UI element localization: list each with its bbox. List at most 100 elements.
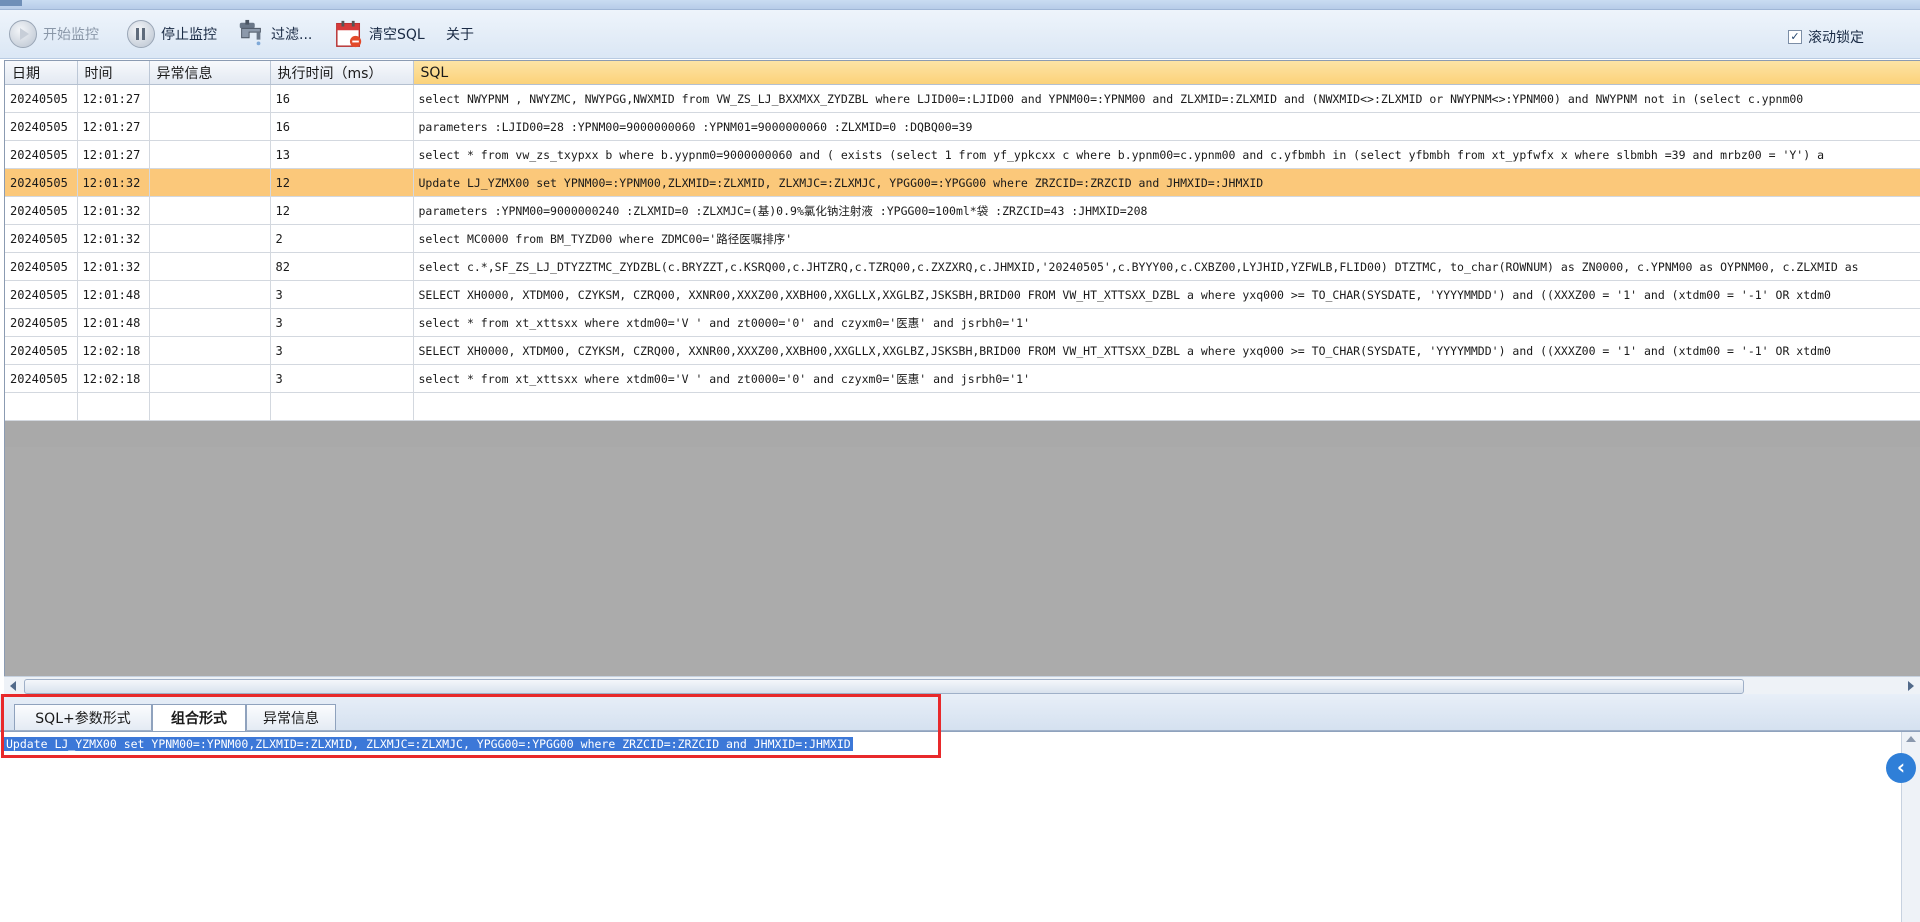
cell-date: 20240505 [5, 224, 78, 253]
cell-sql: Update LJ_YZMX00 set YPNM00=:YPNM00,ZLXM… [413, 168, 1920, 197]
toolbar: 开始监控 停止监控 过滤... 清空SQL 关于 ✓ 滚动锁定 [0, 10, 1920, 59]
cell-time: 12:01:27 [77, 140, 150, 169]
table-row[interactable]: 20240505 12:01:32 12 parameters :YPNM00=900… [5, 196, 1920, 225]
cell-time: 12:02:18 [77, 336, 150, 365]
scroll-lock-toggle[interactable]: ✓ 滚动锁定 [1788, 27, 1864, 47]
cell-date: 20240505 [5, 112, 78, 141]
cell-error [149, 140, 271, 169]
cell-date: 20240505 [5, 364, 78, 393]
cell-sql: select NWYPNM , NWYZMC, NWYPGG,NWXMID fr… [413, 84, 1920, 113]
cell-date: 20240505 [5, 280, 78, 309]
column-header-exec-time[interactable]: 执行时间（ms） [270, 61, 414, 85]
filter-faucet-icon [236, 19, 266, 49]
about-button[interactable]: 关于 [446, 16, 474, 52]
filter-button[interactable]: 过滤... [236, 16, 312, 52]
cell-empty [77, 392, 150, 421]
table-row[interactable]: 20240505 12:01:27 16 parameters :LJID00=28 … [5, 112, 1920, 141]
cell-error [149, 336, 271, 365]
scroll-right-arrow-icon[interactable] [1908, 681, 1914, 691]
cell-sql: SELECT XH0000, XTDM00, CZYKSM, CZRQ00, X… [413, 336, 1920, 365]
cell-date: 20240505 [5, 336, 78, 365]
table-row[interactable]: 20240505 12:01:48 3 SELECT XH0000, XTDM00, … [5, 280, 1920, 309]
cell-error [149, 84, 271, 113]
column-header-error[interactable]: 异常信息 [149, 61, 271, 85]
cell-date: 20240505 [5, 140, 78, 169]
cell-time: 12:02:18 [77, 364, 150, 393]
horizontal-scrollbar[interactable] [4, 676, 1920, 695]
title-strip-tick [0, 0, 22, 6]
column-header-time[interactable]: 时间 [77, 61, 150, 85]
stop-monitor-button[interactable]: 停止监控 [126, 16, 217, 52]
cell-exec-time: 13 [270, 140, 414, 169]
cell-sql: SELECT XH0000, XTDM00, CZYKSM, CZRQ00, X… [413, 280, 1920, 309]
cell-error [149, 280, 271, 309]
clear-sql-label: 清空SQL [369, 27, 425, 43]
table-row[interactable]: 20240505 12:01:27 13 select * from vw_zs_tx… [5, 140, 1920, 169]
cell-exec-time: 3 [270, 364, 414, 393]
cell-exec-time: 3 [270, 308, 414, 337]
cell-time: 12:01:27 [77, 84, 150, 113]
cell-error [149, 308, 271, 337]
cell-error [149, 196, 271, 225]
cell-sql: parameters :LJID00=28 :YPNM00=9000000060… [413, 112, 1920, 141]
play-icon [8, 19, 38, 49]
scroll-up-arrow-icon[interactable] [1906, 736, 1916, 742]
cell-error [149, 112, 271, 141]
cell-date: 20240505 [5, 168, 78, 197]
cell-empty [5, 392, 78, 421]
scroll-lock-label: 滚动锁定 [1808, 30, 1864, 46]
cell-date: 20240505 [5, 308, 78, 337]
scroll-left-arrow-icon[interactable] [10, 681, 16, 691]
sql-log-grid: 日期 时间 异常信息 执行时间（ms） SQL 20240505 12:01:27… [4, 60, 1920, 679]
cell-time: 12:01:32 [77, 196, 150, 225]
cell-empty [413, 392, 1920, 421]
table-row-empty [5, 392, 1920, 421]
cell-time: 12:01:48 [77, 308, 150, 337]
cell-sql: select c.*,SF_ZS_LJ_DTYZZTMC_ZYDZBL(c.BR… [413, 252, 1920, 281]
cell-exec-time: 12 [270, 168, 414, 197]
cell-sql: select * from vw_zs_txypxx b where b.yyp… [413, 140, 1920, 169]
cell-time: 12:01:32 [77, 252, 150, 281]
cell-error [149, 252, 271, 281]
table-row[interactable]: 20240505 12:01:32 2 select MC0000 from BM_T… [5, 224, 1920, 253]
cell-sql: parameters :YPNM00=9000000240 :ZLXMID=0 … [413, 196, 1920, 225]
window-title-strip [0, 0, 1920, 10]
cell-date: 20240505 [5, 196, 78, 225]
sql-detail-selected-text[interactable]: Update LJ_YZMX00 set YPNM00=:YPNM00,ZLXM… [4, 737, 853, 751]
cell-time: 12:01:32 [77, 224, 150, 253]
cell-date: 20240505 [5, 252, 78, 281]
cell-exec-time: 82 [270, 252, 414, 281]
collapse-chevron-icon[interactable]: ‹ [1886, 753, 1916, 783]
table-row[interactable]: 20240505 12:01:32 82 select c.*,SF_ZS_LJ_DT… [5, 252, 1920, 281]
cell-time: 12:01:27 [77, 112, 150, 141]
cell-exec-time: 3 [270, 336, 414, 365]
table-row[interactable]: 20240505 12:02:18 3 SELECT XH0000, XTDM00, … [5, 336, 1920, 365]
cell-exec-time: 16 [270, 112, 414, 141]
cell-sql: select MC0000 from BM_TYZD00 where ZDMC0… [413, 224, 1920, 253]
column-header-date[interactable]: 日期 [5, 61, 78, 85]
cell-exec-time: 3 [270, 280, 414, 309]
tab-error-info[interactable]: 异常信息 [246, 704, 336, 730]
filter-label: 过滤... [271, 27, 313, 43]
sql-log-table: 日期 时间 异常信息 执行时间（ms） SQL 20240505 12:01:27… [5, 61, 1920, 421]
table-row[interactable]: 20240505 12:01:32 12 Update LJ_YZMX00 set Y… [5, 168, 1920, 197]
table-row[interactable]: 20240505 12:01:27 16 select NWYPNM , NWYZMC… [5, 84, 1920, 113]
table-row[interactable]: 20240505 12:01:48 3 select * from xt_xttsxx… [5, 308, 1920, 337]
grid-empty-area [5, 447, 1920, 678]
cell-empty [270, 392, 414, 421]
checkbox-icon[interactable]: ✓ [1788, 30, 1802, 44]
cell-empty [149, 392, 271, 421]
sql-detail-panel[interactable]: Update LJ_YZMX00 set YPNM00=:YPNM00,ZLXM… [0, 731, 1920, 922]
tab-sql-params[interactable]: SQL+参数形式 [14, 704, 152, 730]
cell-exec-time: 12 [270, 196, 414, 225]
stop-monitor-label: 停止监控 [161, 27, 217, 43]
start-monitor-button[interactable]: 开始监控 [8, 16, 99, 52]
horizontal-scroll-thumb[interactable] [24, 679, 1744, 694]
table-row[interactable]: 20240505 12:02:18 3 select * from xt_xttsxx… [5, 364, 1920, 393]
start-monitor-label: 开始监控 [43, 27, 99, 43]
clear-sql-button[interactable]: 清空SQL [334, 16, 425, 52]
cell-time: 12:01:48 [77, 280, 150, 309]
about-label: 关于 [446, 27, 474, 43]
tab-combined[interactable]: 组合形式 [152, 704, 246, 731]
column-header-sql[interactable]: SQL [413, 61, 1920, 85]
